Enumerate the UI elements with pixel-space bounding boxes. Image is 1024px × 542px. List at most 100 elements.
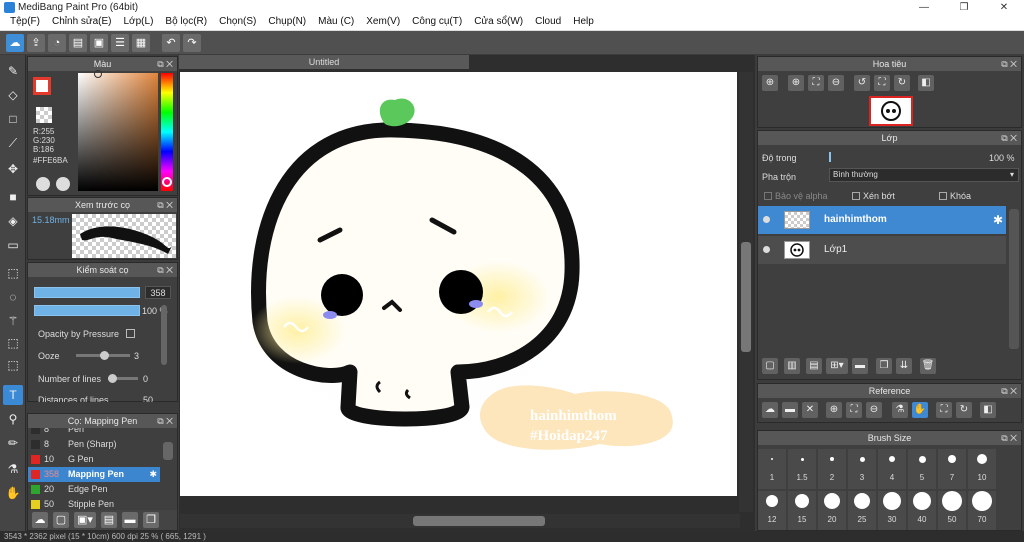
open-folder-icon[interactable]: ▬ (782, 402, 798, 418)
chat-icon[interactable]: ◔ (48, 33, 66, 52)
brush-size-option[interactable]: 25 (848, 491, 876, 530)
menu-layer[interactable]: Lớp(L) (118, 15, 160, 30)
popout-icon[interactable]: ⧉ ✕ (157, 414, 173, 428)
list-icon[interactable]: ☰ (111, 33, 129, 52)
grid-icon[interactable]: ▦ (132, 33, 150, 52)
fit-icon[interactable]: ⛶ (846, 402, 862, 418)
operation-tool-icon[interactable]: ⚲ (3, 409, 23, 429)
color-saturation-box[interactable] (78, 73, 158, 191)
folder-icon[interactable]: ▬ (852, 358, 868, 374)
color-wheel-icon[interactable] (56, 177, 70, 191)
zoom-plus-icon[interactable]: ⊕ (788, 75, 804, 91)
move-tool-icon[interactable]: ✥ (3, 159, 23, 179)
merge-layer-icon[interactable]: ⇊ (896, 358, 912, 374)
brush-size-option[interactable]: 20 (818, 491, 846, 530)
brush-opacity-slider[interactable] (34, 305, 140, 316)
foreground-color-swatch[interactable] (33, 77, 51, 95)
select-eraser-icon[interactable]: ⬚ (3, 355, 23, 375)
gear-icon[interactable]: ✱ (149, 467, 157, 482)
rotate-right-icon[interactable]: ↻ (894, 75, 910, 91)
flip-icon[interactable]: ◧ (918, 75, 934, 91)
brush-item-selected[interactable]: 358 Mapping Pen ✱ (28, 467, 160, 482)
rotate-left-icon[interactable]: ↺ (854, 75, 870, 91)
brush-size-option[interactable]: 10 (968, 449, 996, 489)
duplicate-icon[interactable]: ❐ (143, 512, 159, 528)
page-icon[interactable]: ▣ (90, 33, 108, 52)
hand-icon[interactable]: ✋ (912, 402, 928, 418)
minimize-button[interactable]: — (904, 0, 944, 15)
brush-size-slider[interactable] (34, 287, 140, 298)
brush-item[interactable]: 20 Edge Pen (28, 482, 160, 497)
lines-slider[interactable] (108, 374, 138, 383)
brush-size-option[interactable]: 30 (878, 491, 906, 530)
color-picker-cursor[interactable] (94, 70, 102, 78)
duplicate-layer-icon[interactable]: ❐ (876, 358, 892, 374)
share-icon[interactable]: ⇪ (27, 33, 45, 52)
folder-icon[interactable]: ▬ (122, 512, 138, 528)
fill-shape-icon[interactable]: ■ (3, 187, 23, 207)
trash-icon[interactable]: 🗑 (920, 358, 936, 374)
menu-snap[interactable]: Chụp(N) (262, 15, 312, 30)
rect-tool-icon[interactable]: □ (3, 109, 23, 129)
select-pen-icon[interactable]: ⬚ (3, 333, 23, 353)
hue-slider-handle[interactable] (162, 177, 172, 187)
hand-tool-icon[interactable]: ✋ (3, 483, 23, 503)
clipping-option[interactable]: Xén bớt (852, 191, 895, 201)
new-layer-icon[interactable]: ▢ (762, 358, 778, 374)
menu-window[interactable]: Cửa sổ(W) (468, 15, 529, 30)
close-button[interactable]: ✕ (984, 0, 1024, 15)
transparent-color-swatch[interactable] (36, 107, 52, 123)
menu-edit[interactable]: Chỉnh sửa(E) (46, 15, 118, 30)
gear-icon[interactable]: ✱ (993, 213, 1003, 227)
rotate-icon[interactable]: ↻ (956, 402, 972, 418)
popout-icon[interactable]: ⧉ ✕ (157, 263, 173, 277)
redo-icon[interactable]: ↷ (183, 33, 201, 52)
menu-select[interactable]: Chọn(S) (213, 15, 262, 30)
close-icon[interactable]: ✕ (802, 402, 818, 418)
popout-icon[interactable]: ⧉ ✕ (157, 198, 173, 212)
brush-size-option[interactable]: 50 (938, 491, 966, 530)
eraser-tool-icon[interactable]: ◇ (3, 85, 23, 105)
brush-settings-icon[interactable]: ▤ (101, 512, 117, 528)
visibility-icon[interactable] (763, 216, 770, 223)
select-tool-icon[interactable]: ⬚ (3, 263, 23, 283)
divide-tool-icon[interactable]: ✏ (3, 433, 23, 453)
reset-icon[interactable]: ⛶ (936, 402, 952, 418)
brush-item[interactable]: 8 Pen (Sharp) (28, 437, 160, 452)
menu-view[interactable]: Xem(V) (360, 15, 406, 30)
zoom-in-icon[interactable]: ⊕ (762, 75, 778, 91)
brush-size-option[interactable]: 4 (878, 449, 906, 489)
new-1bit-layer-icon[interactable]: ▤ (806, 358, 822, 374)
brush-size-option[interactable]: 40 (908, 491, 936, 530)
brush-size-option[interactable]: 12 (758, 491, 786, 530)
popout-icon[interactable]: ⧉ ✕ (1001, 384, 1017, 398)
menu-help[interactable]: Help (567, 15, 600, 30)
cloud-icon[interactable]: ☁ (762, 402, 778, 418)
layer-list-scrollbar[interactable] (1009, 209, 1019, 349)
popout-icon[interactable]: ⧉ ✕ (1001, 131, 1017, 145)
document-tab[interactable]: Untitled (179, 55, 469, 69)
bucket-tool-icon[interactable]: ◈ (3, 211, 23, 231)
menu-filter[interactable]: Bộ lọc(R) (159, 15, 213, 30)
brush-size-option[interactable]: 2 (818, 449, 846, 489)
add-layer-menu-icon[interactable]: ⊞▾ (826, 358, 848, 374)
navigator-thumbnail[interactable] (869, 96, 913, 126)
brush-size-option[interactable]: 15 (788, 491, 816, 530)
zoom-out-icon[interactable]: ⊖ (828, 75, 844, 91)
brush-tool-icon[interactable]: ✎ (3, 61, 23, 81)
canvas-vertical-scrollbar[interactable] (739, 72, 753, 512)
popout-icon[interactable]: ⧉ ✕ (1001, 431, 1017, 445)
canvas-horizontal-scrollbar[interactable] (180, 514, 740, 528)
undo-icon[interactable]: ↶ (162, 33, 180, 52)
zoom-out-icon[interactable]: ⊖ (866, 402, 882, 418)
drawing-canvas[interactable]: hainhimthom #Hoidap247 (180, 72, 737, 496)
brush-size-value[interactable]: 358 (145, 286, 171, 299)
flip-icon[interactable]: ◧ (980, 402, 996, 418)
panel-scrollbar[interactable] (161, 305, 167, 365)
cloud-icon[interactable]: ☁ (6, 33, 24, 52)
brush-size-option[interactable]: 5 (908, 449, 936, 489)
layer-row-selected[interactable]: hainhimthom ✱ (758, 206, 1006, 234)
blend-mode-select[interactable]: Bình thường ▾ (829, 168, 1019, 182)
brush-size-option[interactable]: 7 (938, 449, 966, 489)
restore-button[interactable]: ❐ (944, 0, 984, 15)
